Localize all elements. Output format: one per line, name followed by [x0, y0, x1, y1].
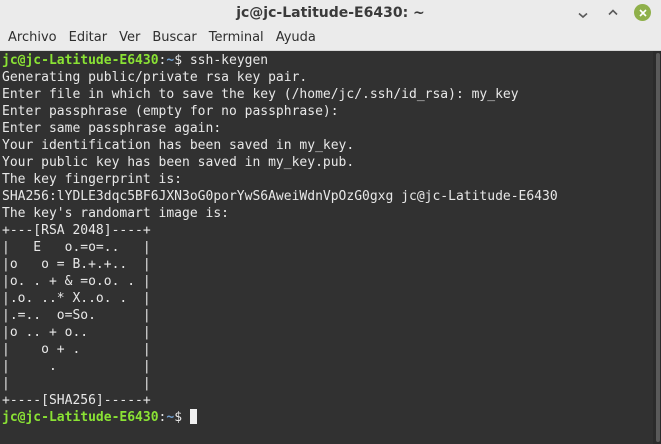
output-line: Generating public/private rsa key pair. [2, 70, 308, 85]
randomart-line: |.=.. o=So. | [2, 308, 151, 323]
output-line: Enter file in which to save the key (/ho… [2, 87, 519, 102]
window-title: jc@jc-Latitude-E6430: ~ [236, 5, 425, 21]
close-button[interactable] [634, 4, 651, 21]
scrollbar[interactable] [653, 51, 661, 444]
output-line: Enter passphrase (empty for no passphras… [2, 104, 339, 119]
close-icon [638, 8, 647, 17]
active-prompt-line[interactable]: jc@jc-Latitude-E6430:~$ [2, 409, 649, 426]
randomart-line: | . | [2, 359, 151, 374]
menu-archivo[interactable]: Archivo [3, 26, 63, 50]
output-line: The key fingerprint is: [2, 172, 183, 187]
output-line: Your public key has been saved in my_key… [2, 155, 355, 170]
prompt-user: jc@jc-Latitude-E6430 [2, 410, 159, 425]
output-line: Your identification has been saved in my… [2, 138, 355, 153]
menu-ver[interactable]: Ver [114, 26, 146, 50]
prompt-symbol: $ [174, 53, 190, 68]
terminal-window: jc@jc-Latitude-E6430: ~ Archivo Editar V… [0, 0, 661, 444]
maximize-icon [607, 8, 618, 15]
minimize-icon [577, 12, 588, 18]
terminal-area[interactable]: jc@jc-Latitude-E6430:~$ ssh-keygen Gener… [0, 51, 661, 444]
menu-editar[interactable]: Editar [64, 26, 114, 50]
menu-terminal[interactable]: Terminal [204, 26, 270, 50]
randomart-line: |o .. + o.. | [2, 325, 151, 340]
randomart-line: |o o = B.+.+.. | [2, 257, 151, 272]
randomart-line: |.o. ..* X..o. . | [2, 291, 151, 306]
text-cursor [189, 409, 197, 424]
prompt-symbol: $ [174, 410, 190, 425]
output-line: SHA256:lYDLE3dqc5BF6JXN3oG0porYwS6AweiWd… [2, 189, 558, 204]
randomart-line: | o + . | [2, 342, 151, 357]
menu-ayuda[interactable]: Ayuda [271, 26, 322, 50]
randomart-line: |o. . + & =o.o. . | [2, 274, 151, 289]
scrollbar-thumb[interactable] [656, 53, 660, 442]
terminal-output: jc@jc-Latitude-E6430:~$ ssh-keygen Gener… [2, 52, 649, 426]
command-text: ssh-keygen [189, 53, 269, 68]
output-line: The key's randomart image is: [2, 206, 229, 221]
menu-buscar[interactable]: Buscar [147, 26, 202, 50]
window-controls [574, 4, 651, 21]
randomart-line: | | [2, 376, 151, 391]
randomart-line: | E o.=o=.. | [2, 240, 151, 255]
randomart-line: +---[RSA 2048]----+ [2, 223, 151, 238]
output-line: Enter same passphrase again: [2, 121, 222, 136]
menu-bar: Archivo Editar Ver Buscar Terminal Ayuda [0, 26, 661, 51]
prompt-user: jc@jc-Latitude-E6430 [2, 53, 159, 68]
title-bar[interactable]: jc@jc-Latitude-E6430: ~ [0, 0, 661, 26]
prompt-line: jc@jc-Latitude-E6430:~$ ssh-keygen [2, 52, 649, 69]
minimize-button[interactable] [574, 4, 591, 21]
maximize-button[interactable] [604, 4, 621, 21]
randomart-line: +----[SHA256]-----+ [2, 393, 151, 408]
